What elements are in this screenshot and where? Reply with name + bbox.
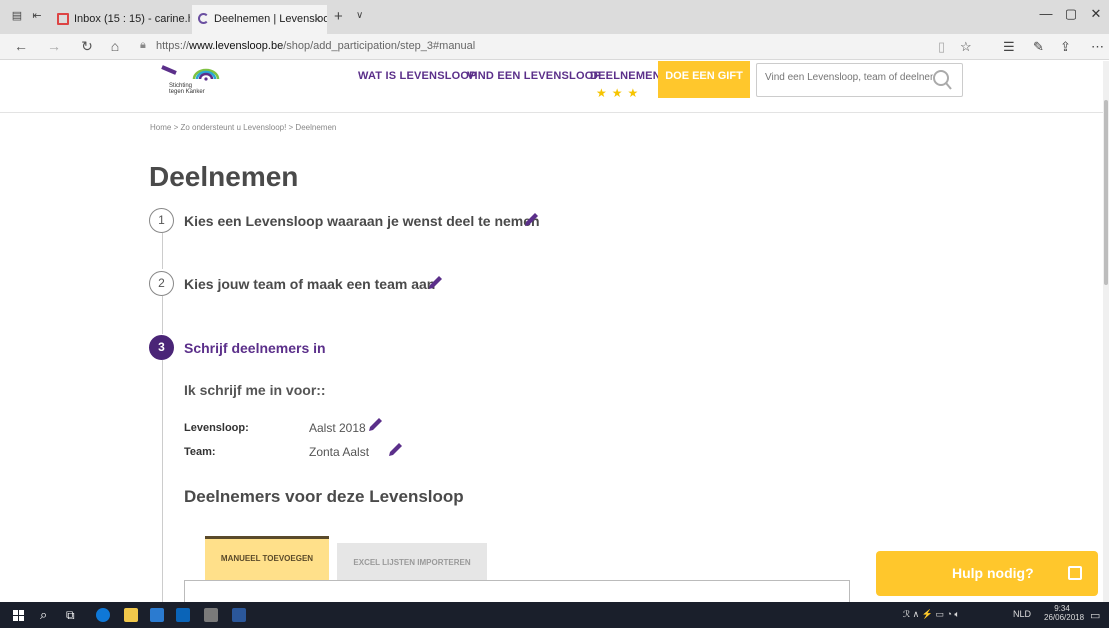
gift-label: DOE EEN GIFT <box>665 70 743 82</box>
more-menu-icon[interactable]: ⋯ <box>1091 39 1104 55</box>
file-explorer-icon[interactable] <box>124 608 138 622</box>
new-tab-button[interactable]: + <box>334 8 343 25</box>
tab-deelnemen-label: Deelnemen | Levensloo <box>214 13 327 25</box>
windows-start-icon[interactable] <box>13 610 24 621</box>
step-3-number: 3 <box>149 335 174 360</box>
url-field[interactable]: https://www.levensloop.be/shop/add_parti… <box>156 40 475 52</box>
tab-panel <box>184 580 850 602</box>
tab-list-button[interactable]: ∨ <box>356 10 363 21</box>
edit-step-1-icon[interactable] <box>522 211 540 229</box>
breadcrumb[interactable]: Home > Zo ondersteunt u Levensloop! > De… <box>150 123 336 132</box>
edit-step-2-icon[interactable] <box>426 274 444 292</box>
tab-deelnemen[interactable]: Deelnemen | Levensloo × <box>192 5 327 34</box>
site-search <box>756 63 963 97</box>
tab-inbox-label: Inbox (15 : 15) - carine.hofm <box>74 13 190 25</box>
team-key: Team: <box>184 446 216 458</box>
step-1-number: 1 <box>149 208 174 233</box>
clock-time: 9:34 <box>1054 604 1070 613</box>
windows-taskbar: ⌕ ⧉ ℛ ∧ ⚡ ▭ ◔ 🔈︎ NLD 9:34 26/06/2018 ▭ <box>0 602 1109 628</box>
edit-team-icon[interactable] <box>386 441 404 459</box>
app-icon[interactable] <box>204 608 218 622</box>
clock-date: 26/06/2018 <box>1044 613 1085 622</box>
signup-heading: Ik schrijf me in voor:: <box>184 382 326 398</box>
clock[interactable]: 9:34 26/06/2018 <box>1044 604 1085 622</box>
logo-line2: tegen Kanker <box>169 89 205 95</box>
page-title: Deelnemen <box>149 161 299 192</box>
participants-heading: Deelnemers voor deze Levensloop <box>184 487 464 506</box>
help-label: Hulp nodig? <box>952 565 1034 581</box>
outlook-icon[interactable] <box>176 608 190 622</box>
search-input[interactable] <box>765 72 933 83</box>
minimize-button[interactable]: — <box>1035 6 1057 21</box>
share-icon[interactable]: ⇪ <box>1060 39 1071 55</box>
tab-actions-icon[interactable]: ▤ <box>10 9 24 23</box>
reading-view-icon[interactable]: ▯ <box>938 39 945 55</box>
help-button[interactable]: Hulp nodig? <box>876 551 1098 596</box>
step-connector <box>162 233 163 269</box>
step-2-label[interactable]: Kies jouw team of maak een team aan <box>184 276 435 292</box>
nav-vind-een-levensloop[interactable]: VIND EEN LEVENSLOOP <box>467 70 601 82</box>
tab-manual-label: MANUEEL TOEVOEGEN <box>220 554 314 563</box>
step-connector <box>162 360 163 602</box>
gift-button[interactable]: DOE EEN GIFT <box>658 61 750 98</box>
action-center-icon[interactable]: ▭ <box>1090 609 1100 622</box>
notes-pen-icon[interactable]: ✎ <box>1033 39 1044 55</box>
tab-excel-label: EXCEL LIJSTEN IMPORTEREN <box>353 558 471 567</box>
logo-text: Stichting tegen Kanker <box>169 83 205 95</box>
step-2-number: 2 <box>149 271 174 296</box>
store-icon[interactable] <box>150 608 164 622</box>
address-bar-row: ← → ↻ ⌂ 🔒︎ https://www.levensloop.be/sho… <box>0 34 1109 60</box>
nav-deelnemen[interactable]: DEELNEMEN <box>590 70 661 82</box>
language-indicator[interactable]: NLD <box>1013 609 1031 619</box>
team-value: Zonta Aalst <box>309 445 370 459</box>
expand-icon <box>1068 566 1082 580</box>
url-path: /shop/add_participation/step_3#manual <box>283 40 476 52</box>
edge-icon[interactable] <box>96 608 110 622</box>
levensloop-value: Aalst 2018 <box>309 421 366 435</box>
url-prefix: https:// <box>156 40 190 52</box>
logo[interactable]: Stichting tegen Kanker <box>158 61 228 101</box>
lock-icon: 🔒︎ <box>140 39 146 51</box>
gmail-icon <box>57 13 69 25</box>
tab-aside-icon[interactable]: ⇤ <box>30 9 44 23</box>
search-icon[interactable] <box>932 67 952 93</box>
stars-icon: ★★★ <box>596 86 644 100</box>
search-taskbar-icon[interactable]: ⌕ <box>40 607 47 623</box>
close-tab-icon[interactable]: × <box>314 5 321 34</box>
tab-manueel-toevoegen[interactable]: MANUEEL TOEVOEGEN <box>205 536 329 580</box>
browser-tab-bar: ▤ ⇤ Inbox (15 : 15) - carine.hofm Deelne… <box>0 0 1109 34</box>
levensloop-favicon-icon <box>198 13 209 24</box>
close-window-button[interactable]: ✕ <box>1085 6 1107 22</box>
refresh-icon[interactable]: ↻ <box>78 38 96 55</box>
edit-levensloop-icon[interactable] <box>366 416 384 434</box>
step-1-label[interactable]: Kies een Levensloop waaraan je wenst dee… <box>184 213 540 229</box>
forward-icon[interactable]: → <box>45 38 63 54</box>
maximize-button[interactable]: ▢ <box>1060 6 1082 22</box>
tab-excel-importeren[interactable]: EXCEL LIJSTEN IMPORTEREN <box>337 543 487 580</box>
home-icon[interactable]: ⌂ <box>106 38 124 54</box>
favorites-hub-icon[interactable]: ☰ <box>1003 39 1015 55</box>
step-3-label: Schrijf deelnemers in <box>184 340 326 356</box>
scrollbar-thumb[interactable] <box>1104 100 1108 285</box>
back-icon[interactable]: ← <box>12 38 30 54</box>
nav-wat-is-levensloop[interactable]: WAT IS LEVENSLOOP <box>358 70 477 82</box>
favorite-star-icon[interactable]: ☆ <box>960 39 972 55</box>
levensloop-key: Levensloop: <box>184 422 249 434</box>
tray-icons[interactable]: ℛ ∧ ⚡ ▭ ◔ 🔈︎ <box>903 609 960 620</box>
word-icon[interactable] <box>232 608 246 622</box>
tab-inbox[interactable]: Inbox (15 : 15) - carine.hofm <box>52 5 190 34</box>
url-domain: www.levensloop.be <box>189 40 284 52</box>
step-connector <box>162 296 163 334</box>
task-view-icon[interactable]: ⧉ <box>66 608 75 623</box>
